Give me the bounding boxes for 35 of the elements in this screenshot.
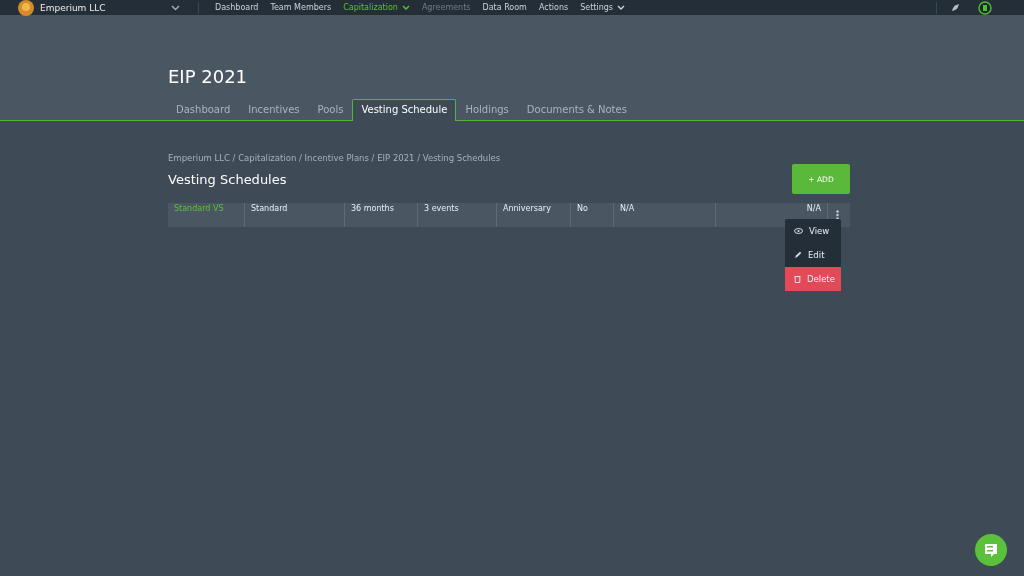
chevron-down-icon — [616, 5, 625, 10]
company-name: Emperium LLC — [40, 2, 106, 13]
table-cell: Standard — [245, 203, 345, 227]
table-cell: No — [571, 203, 614, 227]
nav-link[interactable]: Actions — [538, 3, 569, 12]
status-icon[interactable] — [978, 0, 992, 15]
eye-icon — [794, 228, 803, 234]
table-cell: 36 months — [345, 203, 418, 227]
section-title: Vesting Schedules — [168, 171, 287, 187]
tab[interactable]: Pools — [308, 99, 353, 121]
trash-icon — [794, 275, 801, 283]
chat-button[interactable] — [975, 534, 1007, 566]
table-cell: N/A — [614, 203, 716, 227]
chevron-down-icon[interactable] — [171, 4, 180, 11]
table-cell: 3 events — [418, 203, 497, 227]
tab[interactable]: Vesting Schedule — [352, 99, 457, 121]
tab[interactable]: Dashboard — [167, 99, 240, 121]
chevron-down-icon — [401, 5, 410, 10]
nav-link[interactable]: Team Members — [270, 3, 332, 12]
tab[interactable]: Holdings — [456, 99, 518, 121]
page-title: EIP 2021 — [168, 66, 249, 87]
pencil-icon — [794, 251, 802, 259]
tab[interactable]: Documents & Notes — [517, 99, 636, 121]
nav-link[interactable]: Dashboard — [215, 3, 259, 12]
nav-link[interactable]: Data Room — [482, 3, 527, 12]
company-logo — [18, 0, 34, 16]
more-icon[interactable] — [836, 210, 839, 220]
table-cell: Anniversary — [497, 203, 571, 227]
tab[interactable]: Incentives — [239, 99, 309, 121]
schedule-link[interactable]: Standard VS — [168, 203, 245, 227]
breadcrumb: Emperium LLC / Capitalization / Incentive Plans / EIP 2021 / Vesting Schedules — [168, 153, 502, 163]
nav-link[interactable]: Settings — [580, 3, 625, 12]
nav-link[interactable]: Capitalization — [343, 3, 410, 12]
menu-item[interactable]: Delete — [785, 267, 841, 291]
menu-item[interactable]: Edit — [785, 243, 841, 267]
